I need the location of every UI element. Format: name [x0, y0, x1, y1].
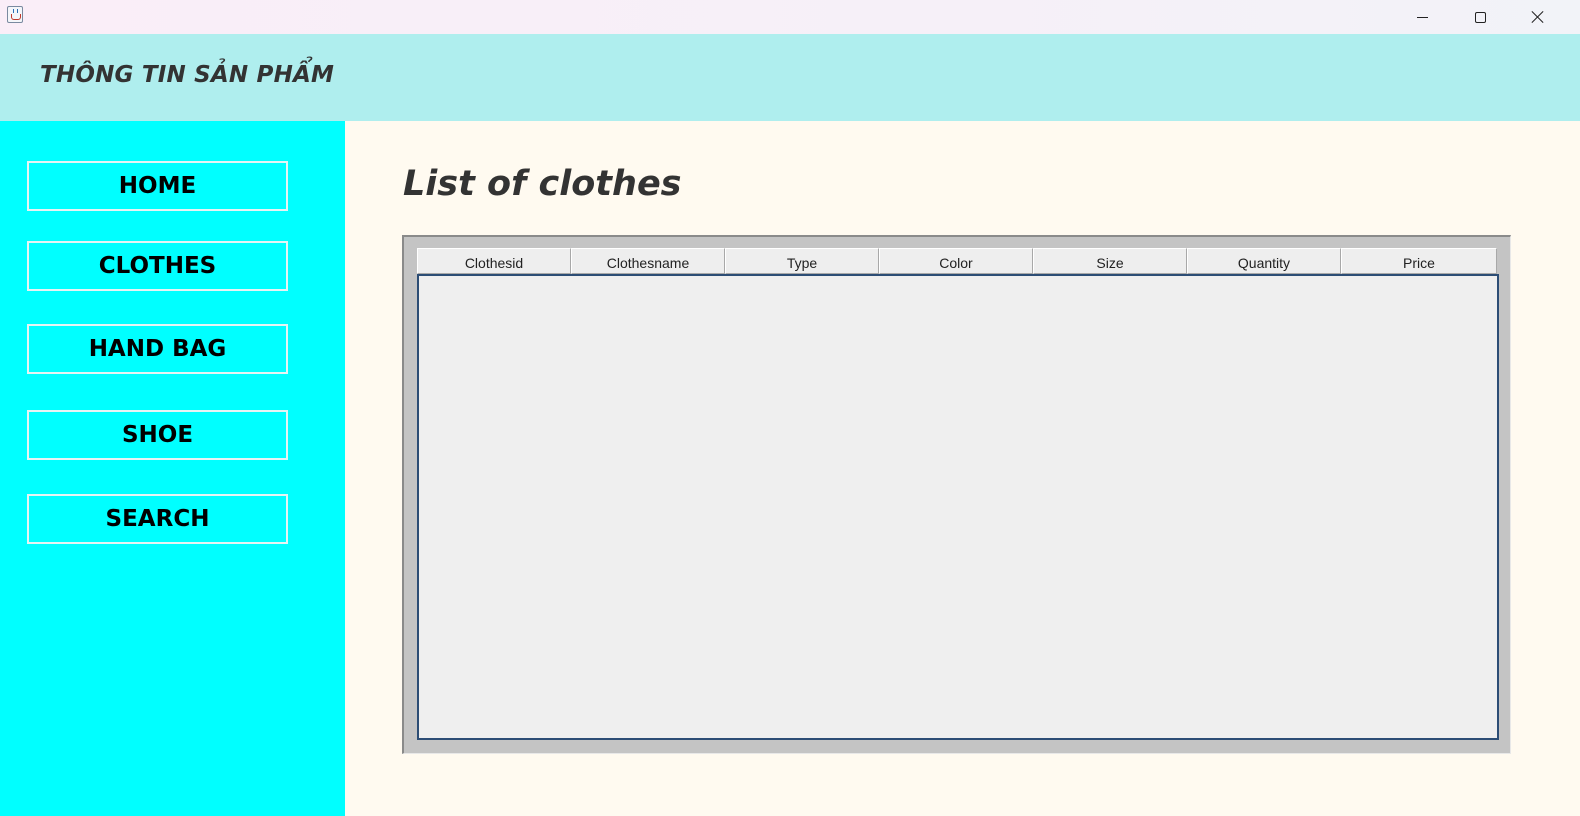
table-header: Clothesid Clothesname Type Color Size Qu… [417, 248, 1497, 274]
header-title: THÔNG TIN SẢN PHẨM [40, 62, 335, 88]
title-bar[interactable] [0, 0, 1580, 34]
hand-bag-button[interactable]: HAND BAG [27, 324, 288, 374]
table-scroll-pane: Clothesid Clothesname Type Color Size Qu… [402, 235, 1511, 754]
column-header-clothesname[interactable]: Clothesname [571, 248, 725, 274]
shoe-button[interactable]: SHOE [27, 410, 288, 460]
clothes-button[interactable]: CLOTHES [27, 241, 288, 291]
maximize-icon [1474, 11, 1486, 23]
column-header-quantity[interactable]: Quantity [1187, 248, 1341, 274]
close-button[interactable] [1509, 0, 1567, 34]
column-header-clothesid[interactable]: Clothesid [417, 248, 571, 274]
column-header-color[interactable]: Color [879, 248, 1033, 274]
minimize-icon [1416, 16, 1428, 18]
home-button[interactable]: HOME [27, 161, 288, 211]
table-body[interactable] [417, 274, 1499, 740]
app-window: THÔNG TIN SẢN PHẨM HOME CLOTHES HAND BAG… [0, 0, 1580, 816]
header-band: THÔNG TIN SẢN PHẨM [0, 34, 1580, 121]
java-app-icon [7, 6, 23, 23]
search-button[interactable]: SEARCH [27, 494, 288, 544]
column-header-price[interactable]: Price [1341, 248, 1497, 274]
column-header-size[interactable]: Size [1033, 248, 1187, 274]
close-icon [1531, 10, 1545, 24]
sidebar: HOME CLOTHES HAND BAG SHOE SEARCH [0, 121, 345, 816]
minimize-button[interactable] [1393, 0, 1451, 34]
page-title: List of clothes [403, 164, 682, 204]
column-header-type[interactable]: Type [725, 248, 879, 274]
maximize-button[interactable] [1451, 0, 1509, 34]
